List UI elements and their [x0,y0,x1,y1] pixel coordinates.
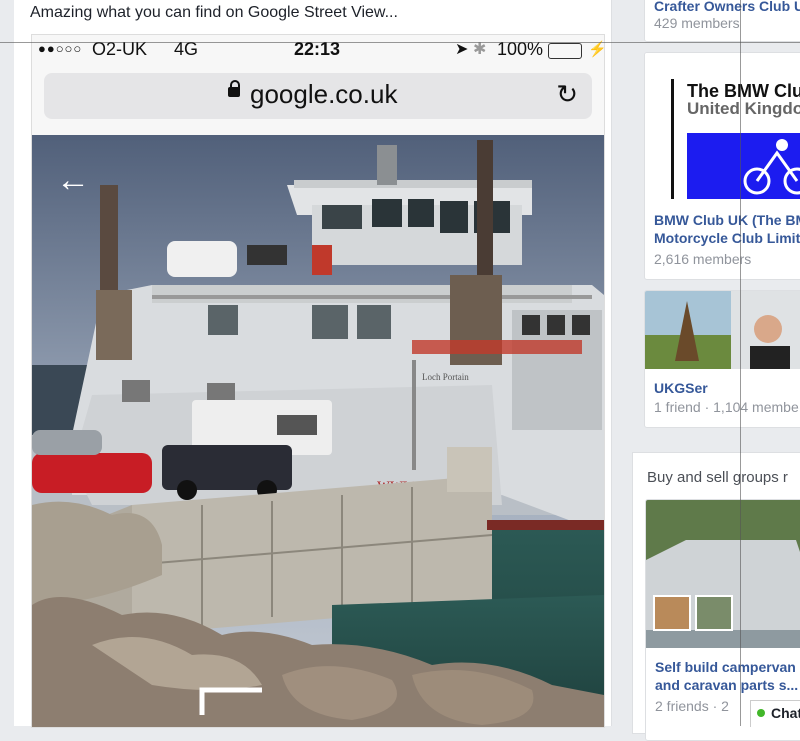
section-heading-buy-sell: Buy and sell groups r [647,469,788,486]
guide-line-vertical [740,0,741,726]
ukgser-cover-photo [645,291,800,369]
group-meta-bmw: 2,616 members [654,251,752,267]
group-meta-campervan: 2 friends · 2 [655,698,729,714]
lock-icon [228,80,240,97]
group-meta-crafter: 429 members [654,15,740,31]
bmw-club-logo: The BMW Clu United Kingdo [645,53,800,203]
group-title-campervan-line1[interactable]: Self build campervan [655,658,798,676]
back-arrow-icon[interactable]: ← [56,163,90,197]
group-title-bmw[interactable]: BMW Club UK (The BM Motorcycle Club Limi… [654,211,800,247]
post-caption: Amazing what you can find on Google Stre… [30,4,398,21]
online-status-dot [757,709,765,717]
chat-label: Chat [771,705,800,721]
group-meta-ukgser: 1 friend · 1,104 membe [654,399,799,415]
browser-url-bar[interactable]: google.co.uk ↻ [44,73,592,119]
group-title-bmw-line2[interactable]: Motorcycle Club Limit [654,229,800,247]
signal-strength-icon: ●●○○○ [38,41,83,56]
group-card-ukgser[interactable]: UKGSer 1 friend · 1,104 membe [644,290,800,428]
street-view-photo[interactable]: www.co .co.uk Loch Portain [32,135,604,727]
campervan-cover-photo [646,500,800,648]
chat-tab[interactable]: Chat [750,700,800,727]
ferry-name-lettering: Loch Portain [422,372,469,382]
guide-line-horizontal [0,42,800,43]
logo-text-line2: United Kingdo [687,99,800,118]
group-title-bmw-line1[interactable]: BMW Club UK (The BM [654,211,800,229]
post-card: Amazing what you can find on Google Stre… [14,0,612,728]
battery-icon [548,43,582,59]
group-card-crafter[interactable]: Crafter Owners Club U 429 members [644,0,800,42]
group-title-crafter[interactable]: Crafter Owners Club U [654,0,800,15]
group-card-bmw[interactable]: The BMW Clu United Kingdo BMW Club UK (T… [644,52,800,280]
url-text: google.co.uk [250,79,398,109]
buy-sell-groups-section: Buy and sell groups r Self build camperv… [632,452,800,741]
logo-bar [671,79,674,199]
phone-status-bar: ●●○○○ O2-UK 4G 22:13 ➤ ✱ 100% ⚡ [32,35,604,65]
group-title-ukgser[interactable]: UKGSer [654,379,708,397]
ferry-scene: www.co .co.uk Loch Portain [32,135,604,727]
group-title-campervan-line2[interactable]: and caravan parts s... [655,676,798,694]
group-title-campervan[interactable]: Self build campervan and caravan parts s… [655,658,798,694]
phone-screenshot-image[interactable]: ●●○○○ O2-UK 4G 22:13 ➤ ✱ 100% ⚡ google.c… [31,34,605,728]
reload-icon[interactable]: ↻ [556,79,578,110]
motorcycle-icon [687,133,800,199]
right-sidebar: Crafter Owners Club U 429 members The BM… [630,0,800,741]
